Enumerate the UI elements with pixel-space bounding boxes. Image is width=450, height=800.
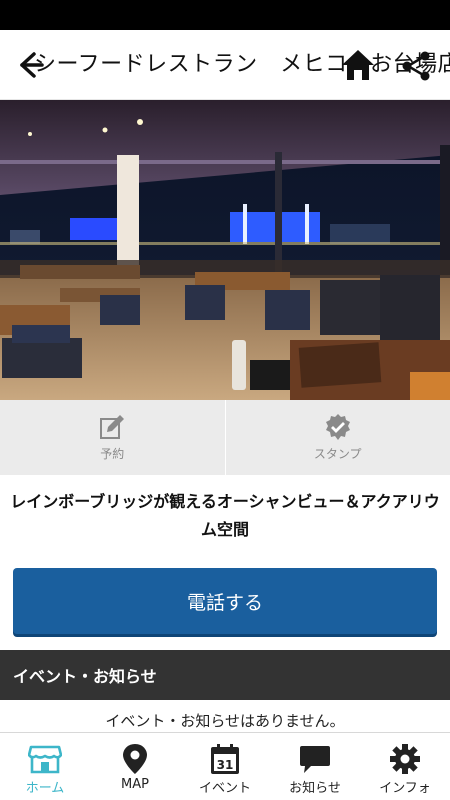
page-title: シーフードレストラン メヒコ お台場店 [34,52,450,77]
app-bar: シーフードレストラン メヒコ お台場店 [0,30,450,100]
tab-news[interactable]: お知らせ [270,733,360,800]
tab-event[interactable]: 31 イベント [180,733,270,800]
stamp-button[interactable]: スタンプ [224,400,450,475]
stamp-check-icon [325,414,350,440]
tab-info[interactable]: インフォ [360,733,450,800]
events-section-heading: イベント・お知らせ [0,650,450,700]
reserve-label: 予約 [100,447,125,461]
tab-news-label: お知らせ [289,781,341,796]
bottom-tab-bar: ホーム MAP 31 イベント お知らせ インフォ [0,732,450,800]
call-button[interactable]: 電話する [13,568,437,634]
home-icon[interactable] [340,48,376,82]
quick-actions: 予約 スタンプ [0,400,450,475]
calendar-icon: 31 [211,744,239,774]
reserve-button[interactable]: 予約 [0,400,225,475]
edit-icon [100,415,125,439]
store-description: レインボーブリッジが観えるオーシャンビュー＆アクアリウム空間 [10,492,440,539]
share-icon[interactable] [400,50,432,82]
chat-bubble-icon [300,746,330,773]
tab-map-label: MAP [121,777,149,792]
tab-map[interactable]: MAP [90,733,180,800]
map-pin-icon [123,744,147,774]
tab-home[interactable]: ホーム [0,733,90,800]
tab-event-label: イベント [198,781,251,796]
status-bar [0,0,450,30]
events-empty-message: イベント・お知らせはありません。 [105,712,345,730]
tab-home-label: ホーム [25,781,65,796]
hero-image [0,100,450,400]
stamp-label: スタンプ [313,447,362,461]
shop-icon [28,745,62,774]
calendar-day: 31 [217,758,234,772]
gear-icon [390,744,420,774]
tab-info-label: インフォ [379,781,431,796]
